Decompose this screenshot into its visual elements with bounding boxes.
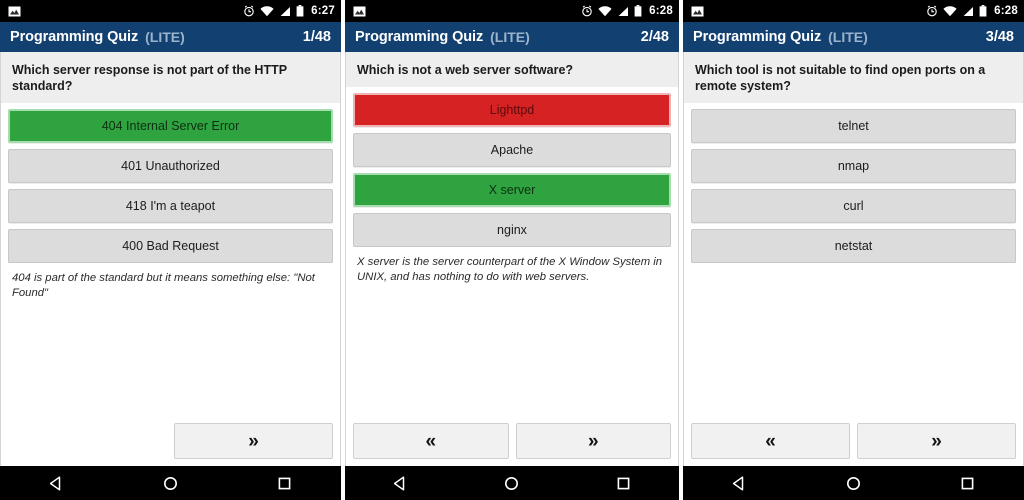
alarm-clock-icon	[926, 5, 938, 17]
next-question-button[interactable]: »	[515, 423, 671, 459]
home-circle-icon[interactable]	[162, 475, 179, 492]
alarm-clock-icon	[243, 5, 255, 17]
question-text: Which tool is not suitable to find open …	[684, 52, 1023, 103]
app-edition-label: (LITE)	[828, 29, 868, 45]
answer-option[interactable]: 418 I'm a teapot	[8, 189, 333, 223]
app-title: Programming Quiz	[10, 29, 139, 45]
phone-screen-3: 6:28 Programming Quiz (LITE) 3/48 Which …	[683, 0, 1024, 500]
app-title-bar: Programming Quiz (LITE) 1/48	[0, 22, 341, 52]
cell-signal-icon	[962, 6, 974, 17]
question-counter: 1/48	[302, 29, 331, 45]
battery-icon	[296, 5, 304, 17]
answer-option[interactable]: nmap	[691, 149, 1016, 183]
previous-question-button[interactable]: «	[691, 423, 850, 459]
alarm-clock-icon	[581, 5, 593, 17]
status-bar: 6:27	[0, 0, 341, 22]
app-edition-label: (LITE)	[145, 29, 185, 45]
quiz-navigation-bar: « »	[684, 423, 1023, 466]
status-right-icons: 6:27	[243, 5, 335, 17]
recents-square-icon[interactable]	[276, 475, 293, 492]
home-circle-icon[interactable]	[845, 475, 862, 492]
answer-option[interactable]: netstat	[691, 229, 1016, 263]
recents-square-icon[interactable]	[959, 475, 976, 492]
status-right-icons: 6:28	[926, 5, 1018, 17]
image-notification-icon	[691, 6, 704, 17]
status-bar-clock: 6:28	[649, 5, 673, 17]
answer-explanation: 404 is part of the standard but it means…	[1, 263, 340, 301]
answer-options-list: 404 Internal Server Error 401 Unauthoriz…	[1, 103, 340, 263]
android-system-nav	[345, 466, 679, 500]
status-bar-clock: 6:27	[311, 5, 335, 17]
recents-square-icon[interactable]	[615, 475, 632, 492]
content-spacer	[1, 301, 340, 423]
answer-option[interactable]: 404 Internal Server Error	[8, 109, 333, 143]
answer-option[interactable]: curl	[691, 189, 1016, 223]
wifi-icon	[598, 5, 612, 17]
next-question-button[interactable]: »	[174, 423, 333, 459]
screenshot-triptych: 6:27 Programming Quiz (LITE) 1/48 Which …	[0, 0, 1024, 500]
wifi-icon	[943, 5, 957, 17]
back-triangle-icon[interactable]	[392, 475, 409, 492]
question-counter: 3/48	[985, 29, 1014, 45]
content-spacer	[346, 285, 678, 423]
answer-option[interactable]: telnet	[691, 109, 1016, 143]
status-bar: 6:28	[683, 0, 1024, 22]
image-notification-icon	[353, 6, 366, 17]
android-system-nav	[0, 466, 341, 500]
answer-option[interactable]: Lighttpd	[353, 93, 671, 127]
status-right-icons: 6:28	[581, 5, 673, 17]
status-left-icons	[353, 6, 366, 17]
content-spacer	[684, 263, 1023, 423]
question-text: Which is not a web server software?	[346, 52, 678, 87]
answer-option[interactable]: X server	[353, 173, 671, 207]
app-title: Programming Quiz	[693, 29, 822, 45]
phone-screen-1: 6:27 Programming Quiz (LITE) 1/48 Which …	[0, 0, 341, 500]
app-title-bar: Programming Quiz (LITE) 2/48	[345, 22, 679, 52]
back-triangle-icon[interactable]	[731, 475, 748, 492]
status-left-icons	[8, 6, 21, 17]
answer-options-list: telnet nmap curl netstat	[684, 103, 1023, 263]
answer-explanation: X server is the server counterpart of th…	[346, 247, 678, 285]
answer-options-list: Lighttpd Apache X server nginx	[346, 87, 678, 247]
quiz-content: Which tool is not suitable to find open …	[683, 52, 1024, 466]
battery-icon	[979, 5, 987, 17]
status-bar: 6:28	[345, 0, 679, 22]
status-bar-clock: 6:28	[994, 5, 1018, 17]
home-circle-icon[interactable]	[503, 475, 520, 492]
back-triangle-icon[interactable]	[48, 475, 65, 492]
question-text: Which server response is not part of the…	[1, 52, 340, 103]
answer-option[interactable]: 401 Unauthorized	[8, 149, 333, 183]
quiz-navigation-bar: »	[1, 423, 340, 466]
battery-icon	[634, 5, 642, 17]
answer-option[interactable]: Apache	[353, 133, 671, 167]
image-notification-icon	[8, 6, 21, 17]
app-title-bar: Programming Quiz (LITE) 3/48	[683, 22, 1024, 52]
app-edition-label: (LITE)	[490, 29, 530, 45]
question-counter: 2/48	[640, 29, 669, 45]
wifi-icon	[260, 5, 274, 17]
quiz-navigation-bar: « »	[346, 423, 678, 466]
answer-option[interactable]: nginx	[353, 213, 671, 247]
next-question-button[interactable]: »	[857, 423, 1016, 459]
status-left-icons	[691, 6, 704, 17]
previous-question-button[interactable]: «	[353, 423, 509, 459]
quiz-content: Which is not a web server software? Ligh…	[345, 52, 679, 466]
cell-signal-icon	[617, 6, 629, 17]
app-title: Programming Quiz	[355, 29, 484, 45]
cell-signal-icon	[279, 6, 291, 17]
phone-screen-2: 6:28 Programming Quiz (LITE) 2/48 Which …	[341, 0, 683, 500]
quiz-content: Which server response is not part of the…	[0, 52, 341, 466]
android-system-nav	[683, 466, 1024, 500]
answer-option[interactable]: 400 Bad Request	[8, 229, 333, 263]
